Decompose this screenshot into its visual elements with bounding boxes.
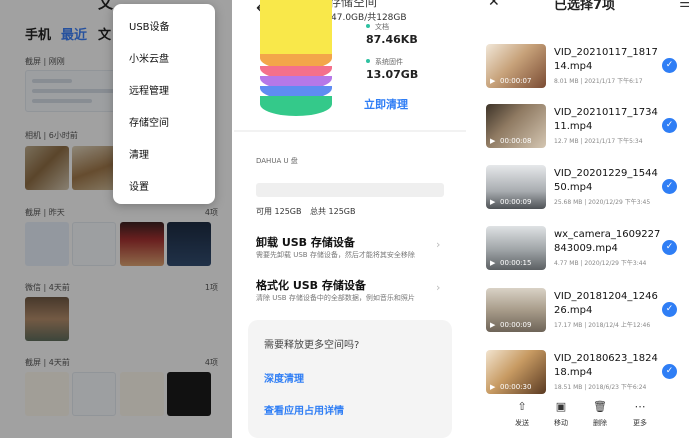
video-thumbnail: ▶ 00:00:09 (486, 165, 546, 209)
close-icon[interactable]: ✕ (488, 0, 500, 10)
checkmark-icon[interactable]: ✓ (662, 58, 677, 73)
more-button[interactable]: ⋯ 更多 (620, 400, 660, 428)
video-meta: 25.68 MB | 2020/12/29 下午3:45 (554, 199, 651, 206)
video-thumbnail: ▶ 00:00:07 (486, 44, 546, 88)
toolbar-label: 删除 (593, 419, 607, 427)
delete-button[interactable]: 🗑 删除 (580, 400, 620, 428)
play-icon: ▶ (490, 259, 496, 267)
video-name: VID_20201229_154450.mp4 (554, 168, 658, 193)
clean-now-link[interactable]: 立即清理 (364, 96, 408, 112)
play-icon: ▶ (490, 321, 496, 329)
video-meta: 4.77 MB | 2020/12/29 下午3:44 (554, 260, 647, 267)
total-space: 总共 125GB (310, 207, 356, 216)
video-name: VID_20210117_173411.mp4 (554, 107, 658, 132)
menu-item-storage[interactable]: 存储空间 (129, 114, 169, 129)
page-title-partial: 存储空间 (329, 0, 378, 9)
share-icon: ⇧ (517, 400, 527, 413)
video-selection-panel: ✕ 已选择7项 ☰ ▶ 00:00:07 VID_20210117_181714… (468, 0, 700, 438)
video-name: VID_20210117_181714.mp4 (554, 47, 658, 72)
storage-cylinder-graphic (260, 0, 332, 116)
option-title: 卸载 USB 存储设备 (256, 236, 355, 249)
video-name: VID_20181204_124626.mp4 (554, 291, 658, 316)
option-description: 清除 USB 存储设备中的全部数据，例如音乐和照片 (256, 294, 415, 302)
toolbar-label: 更多 (633, 419, 647, 427)
video-name: wx_camera_1609227843009.mp4 (554, 229, 661, 254)
play-icon: ▶ (490, 383, 496, 391)
video-meta: 12.7 MB | 2021/1/17 下午5:34 (554, 138, 643, 145)
more-icon: ⋯ (634, 400, 646, 413)
move-icon: ▣ (555, 400, 567, 413)
video-duration: 00:00:09 (500, 198, 532, 206)
chevron-right-icon: › (436, 238, 441, 251)
legend-value: 87.46KB (366, 33, 418, 46)
list-item[interactable]: ▶ 00:00:15 wx_camera_1609227843009.mp4 4… (468, 226, 700, 288)
video-thumbnail: ▶ 00:00:15 (486, 226, 546, 270)
video-duration: 00:00:09 (500, 321, 532, 329)
menu-item-usb-device[interactable]: USB设备 (129, 18, 170, 33)
video-thumbnail: ▶ 00:00:30 (486, 350, 546, 394)
checkmark-icon[interactable]: ✓ (662, 364, 677, 379)
list-item[interactable]: ▶ 00:00:07 VID_20210117_181714.mp4 8.01 … (468, 44, 700, 106)
menu-item-remote-management[interactable]: 远程管理 (129, 82, 169, 97)
divider (234, 130, 466, 132)
checkmark-icon[interactable]: ✓ (662, 240, 677, 255)
select-all-icon[interactable]: ☰ (679, 0, 690, 10)
free-space-question: 需要释放更多空间吗? (264, 340, 360, 351)
list-item[interactable]: ▶ 00:00:09 VID_20181204_124626.mp4 17.17… (468, 288, 700, 350)
move-button[interactable]: ▣ 移动 (541, 400, 581, 428)
video-thumbnail: ▶ 00:00:08 (486, 104, 546, 148)
toolbar-label: 移动 (554, 419, 568, 427)
video-duration: 00:00:30 (500, 383, 532, 391)
device-label: DAHUA U 盘 (256, 157, 298, 165)
free-space-card: 需要释放更多空间吗? 深度清理 查看应用占用详情 (248, 320, 452, 438)
menu-item-mi-cloud[interactable]: 小米云盘 (129, 50, 169, 65)
video-meta: 8.01 MB | 2021/1/17 下午6:17 (554, 78, 643, 85)
play-icon: ▶ (490, 137, 496, 145)
video-thumbnail: ▶ 00:00:09 (486, 288, 546, 332)
checkmark-icon[interactable]: ✓ (662, 118, 677, 133)
selection-title: 已选择7项 (554, 0, 616, 13)
legend-dot-docs (366, 24, 370, 28)
trash-icon: 🗑 (593, 400, 607, 413)
menu-item-settings[interactable]: 设置 (129, 178, 149, 193)
video-meta: 17.17 MB | 2018/12/4 上午12:46 (554, 322, 651, 329)
app-usage-link[interactable]: 查看应用占用详情 (264, 402, 344, 417)
deep-clean-link[interactable]: 深度清理 (264, 370, 304, 385)
usb-storage-panel: ← 存储空间 已使用47.0GB/共128GB 文档 87.46KB 系统固件 … (234, 0, 466, 438)
popup-menu: USB设备 小米云盘 远程管理 存储空间 清理 设置 (113, 4, 215, 204)
option-description: 需要先卸载 USB 存储设备，然后才能将其安全移除 (256, 251, 415, 259)
file-manager-recent-panel: 文 手机 最近 文 截屏 | 刚刚 相机 | 6小时前 截屏 | 昨天 4项 微… (0, 0, 232, 438)
play-icon: ▶ (490, 77, 496, 85)
checkmark-icon[interactable]: ✓ (662, 302, 677, 317)
video-duration: 00:00:07 (500, 77, 532, 85)
usb-usage-bar (256, 183, 444, 197)
list-item[interactable]: ▶ 00:00:08 VID_20210117_173411.mp4 12.7 … (468, 104, 700, 166)
legend-label: 文档 (375, 23, 389, 31)
legend-value: 13.07GB (366, 68, 419, 81)
menu-item-clean[interactable]: 清理 (129, 146, 149, 161)
send-button[interactable]: ⇧ 发送 (502, 400, 542, 428)
video-name: VID_20180623_182418.mp4 (554, 353, 658, 378)
list-item[interactable]: ▶ 00:00:09 VID_20201229_154450.mp4 25.68… (468, 165, 700, 227)
video-meta: 18.51 MB | 2018/6/23 下午6:24 (554, 384, 647, 391)
play-icon: ▶ (490, 198, 496, 206)
legend-label: 系统固件 (375, 58, 403, 66)
option-title: 格式化 USB 存储设备 (256, 279, 366, 292)
chevron-right-icon: › (436, 281, 441, 294)
video-duration: 00:00:15 (500, 259, 532, 267)
toolbar-label: 发送 (515, 419, 529, 427)
legend-dot-firmware (366, 59, 370, 63)
available-space: 可用 125GB (256, 207, 302, 216)
checkmark-icon[interactable]: ✓ (662, 179, 677, 194)
video-duration: 00:00:08 (500, 137, 532, 145)
